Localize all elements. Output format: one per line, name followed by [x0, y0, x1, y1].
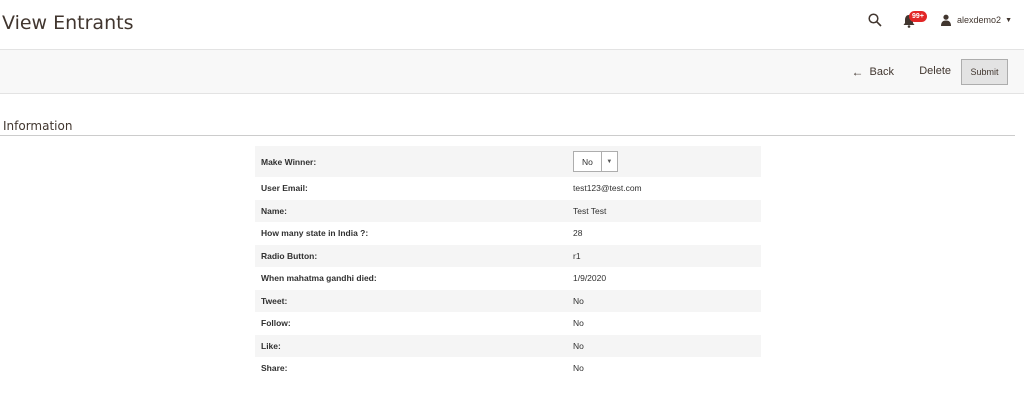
field-value: No	[567, 289, 761, 312]
table-row: When mahatma gandhi died: 1/9/2020	[255, 267, 761, 290]
field-label: Like:	[255, 334, 567, 357]
table-row: Name: Test Test	[255, 199, 761, 222]
make-winner-value: No	[582, 156, 593, 167]
caret-down-icon[interactable]: ▼	[1005, 17, 1012, 24]
field-value: No	[573, 363, 584, 374]
table-row: Radio Button: r1	[255, 244, 761, 267]
table-row: Follow: No	[255, 312, 761, 335]
field-label: Follow:	[261, 318, 291, 329]
field-value: No	[567, 334, 761, 357]
page-title: View Entrants	[2, 12, 134, 34]
field-value: Test Test	[567, 199, 761, 222]
field-label: Make Winner:	[255, 146, 567, 177]
field-label: How many state in India ?:	[261, 228, 369, 239]
chevron-down-icon: ▼	[600, 152, 617, 171]
notification-badge: 99+	[909, 11, 927, 22]
page-actions-bar: ← Back Delete Submit	[0, 49, 1024, 94]
table-row: Share: No	[255, 357, 761, 380]
user-icon	[941, 14, 952, 26]
search-icon[interactable]	[868, 13, 882, 27]
field-value: r1	[567, 244, 761, 267]
user-menu-button[interactable]: alexdemo2	[957, 15, 1001, 25]
make-winner-select[interactable]: No ▼	[573, 151, 618, 172]
table-row: Tweet: No	[255, 289, 761, 312]
field-label: Radio Button:	[255, 244, 567, 267]
field-label: Name:	[255, 199, 567, 222]
field-value: test123@test.com	[573, 183, 642, 194]
field-value: 1/9/2020	[573, 273, 607, 284]
header-actions: 99+ alexdemo2 ▼	[868, 10, 1012, 30]
notifications-button[interactable]: 99+	[902, 11, 927, 28]
delete-button[interactable]: Delete	[919, 65, 951, 77]
table-row: How many state in India ?: 28	[255, 222, 761, 245]
table-row: User Email: test123@test.com	[255, 177, 761, 200]
field-value: 28	[573, 228, 583, 239]
back-button[interactable]: ← Back	[852, 65, 894, 79]
entrant-info-table: Make Winner: No ▼ User Email: test123@te…	[255, 146, 761, 380]
section-divider	[0, 135, 1015, 136]
field-label: Tweet:	[255, 289, 567, 312]
submit-button[interactable]: Submit	[961, 59, 1008, 85]
table-row: Make Winner: No ▼	[255, 146, 761, 177]
field-value: No	[573, 318, 584, 329]
field-label: Share:	[261, 363, 288, 374]
arrow-left-icon: ←	[851, 65, 864, 79]
section-title: Information	[3, 119, 73, 133]
table-row: Like: No	[255, 334, 761, 357]
back-label: Back	[869, 66, 894, 78]
field-label: When mahatma gandhi died:	[261, 273, 377, 284]
field-label: User Email:	[261, 183, 308, 194]
